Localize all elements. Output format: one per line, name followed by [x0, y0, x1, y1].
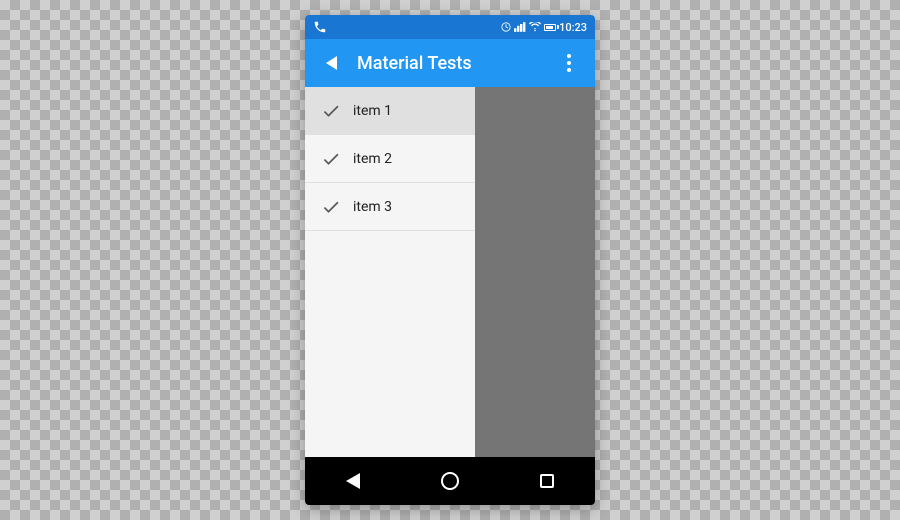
- wifi-icon: [529, 22, 541, 32]
- item-3-text: item 3: [353, 199, 392, 215]
- right-panel: [475, 87, 595, 457]
- list-item[interactable]: item 2: [305, 135, 475, 183]
- item-1-text: item 1: [353, 103, 392, 119]
- nav-bar: [305, 457, 595, 505]
- back-button[interactable]: [313, 45, 349, 81]
- status-time: 10:23: [559, 21, 587, 34]
- content-area: item 1 item 2 item 3: [305, 87, 595, 457]
- list-panel: item 1 item 2 item 3: [305, 87, 475, 457]
- phone-icon: [313, 20, 327, 34]
- nav-home-icon: [441, 472, 459, 490]
- app-bar-title: Material Tests: [357, 53, 551, 74]
- nav-recents-icon: [540, 474, 554, 488]
- status-bar-left: [313, 20, 329, 34]
- list-item[interactable]: item 1: [305, 87, 475, 135]
- phone-frame: 10:23 Material Tests item 1: [305, 15, 595, 505]
- app-bar: Material Tests: [305, 39, 595, 87]
- nav-home-button[interactable]: [430, 461, 470, 501]
- nav-recents-button[interactable]: [527, 461, 567, 501]
- check-icon-1: [321, 101, 341, 121]
- battery-icon: [544, 24, 556, 31]
- check-icon-2: [321, 149, 341, 169]
- status-bar-right: 10:23: [501, 21, 587, 34]
- nav-back-icon: [346, 473, 360, 489]
- back-arrow-icon: [326, 56, 337, 70]
- list-item[interactable]: item 3: [305, 183, 475, 231]
- status-bar: 10:23: [305, 15, 595, 39]
- clock-icon: [501, 22, 511, 32]
- overflow-dots-icon: [567, 54, 571, 72]
- check-icon-3: [321, 197, 341, 217]
- nav-back-button[interactable]: [333, 461, 373, 501]
- signal-icon: [514, 22, 526, 32]
- overflow-menu-button[interactable]: [551, 45, 587, 81]
- item-2-text: item 2: [353, 151, 392, 167]
